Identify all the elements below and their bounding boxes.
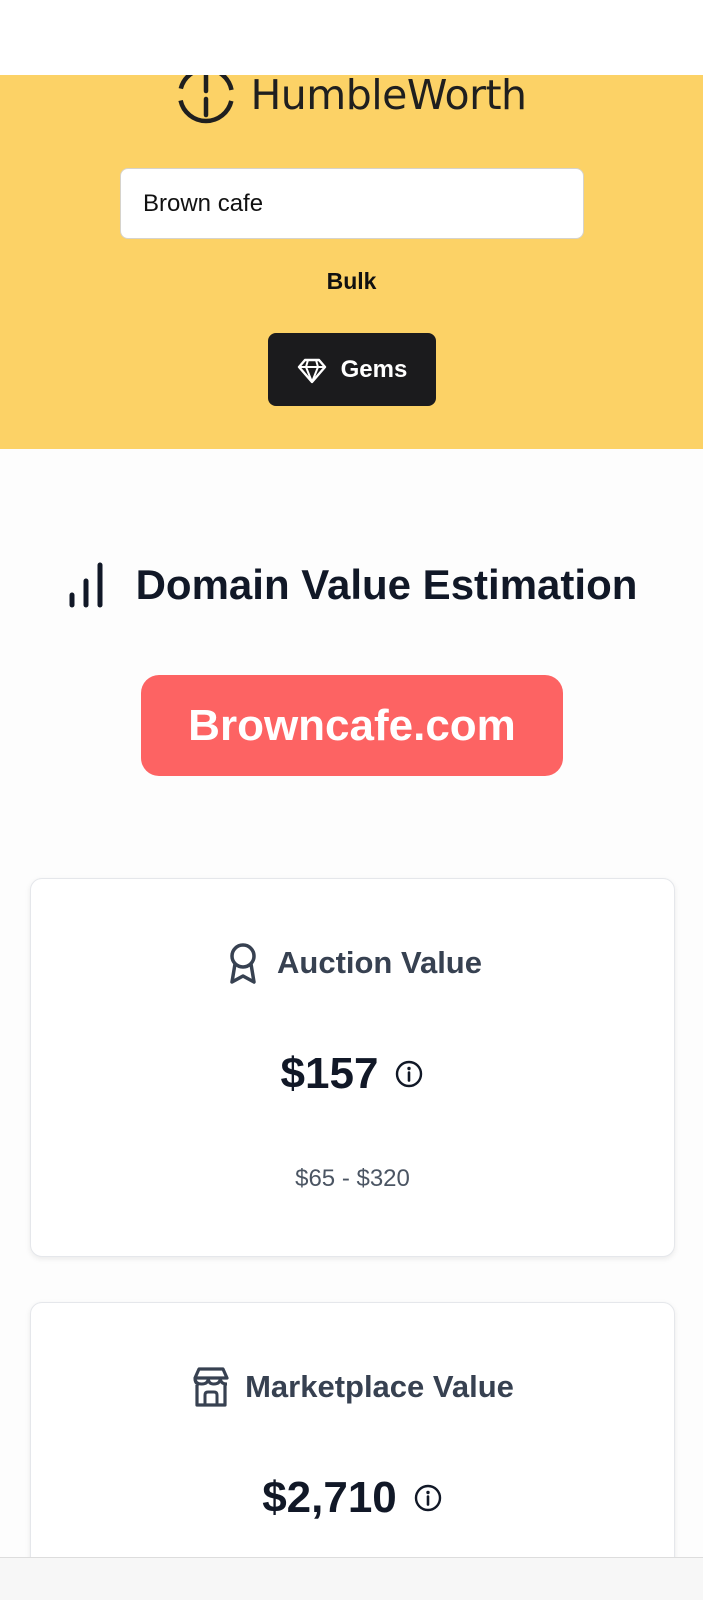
gems-label: Gems xyxy=(340,355,408,383)
auction-value-card: Auction Value $157 $65 - $320 xyxy=(30,878,675,1257)
marketplace-value: $2,710 xyxy=(262,1473,397,1522)
bar-chart-icon xyxy=(69,562,103,608)
marketplace-value-card: Marketplace Value $2,710 xyxy=(30,1302,675,1600)
info-icon[interactable] xyxy=(394,1059,424,1089)
marketplace-card-header: Marketplace Value xyxy=(31,1365,674,1409)
marketplace-value-row: $2,710 xyxy=(31,1473,674,1523)
marketplace-card-title: Marketplace Value xyxy=(245,1369,514,1404)
logo-mark-icon xyxy=(178,75,235,124)
page-title: Domain Value Estimation xyxy=(135,561,638,608)
gems-button[interactable]: Gems xyxy=(268,333,436,406)
browser-bottom-bar xyxy=(0,1557,703,1600)
auction-value-range: $65 - $320 xyxy=(295,1165,410,1192)
auction-card-title: Auction Value xyxy=(277,945,482,980)
search-input[interactable] xyxy=(120,168,584,239)
hero-header: HumbleWorth Bulk Gems xyxy=(0,75,703,449)
domain-name-badge: Browncafe.com xyxy=(141,675,563,776)
status-area xyxy=(0,0,703,75)
info-icon[interactable] xyxy=(413,1483,443,1513)
brand-name: HumbleWorth xyxy=(250,75,527,119)
auction-card-header: Auction Value xyxy=(31,941,674,985)
auction-value: $157 xyxy=(280,1049,379,1098)
page: HumbleWorth Bulk Gems Domain Value Estim… xyxy=(0,0,703,1600)
diamond-icon xyxy=(297,358,326,383)
store-icon xyxy=(193,1367,229,1407)
auction-value-row: $157 xyxy=(31,1049,674,1099)
section-heading: Domain Value Estimation xyxy=(0,555,703,615)
brand-logo[interactable]: HumbleWorth xyxy=(0,75,703,125)
award-icon xyxy=(230,943,256,984)
bulk-link[interactable]: Bulk xyxy=(0,268,703,295)
